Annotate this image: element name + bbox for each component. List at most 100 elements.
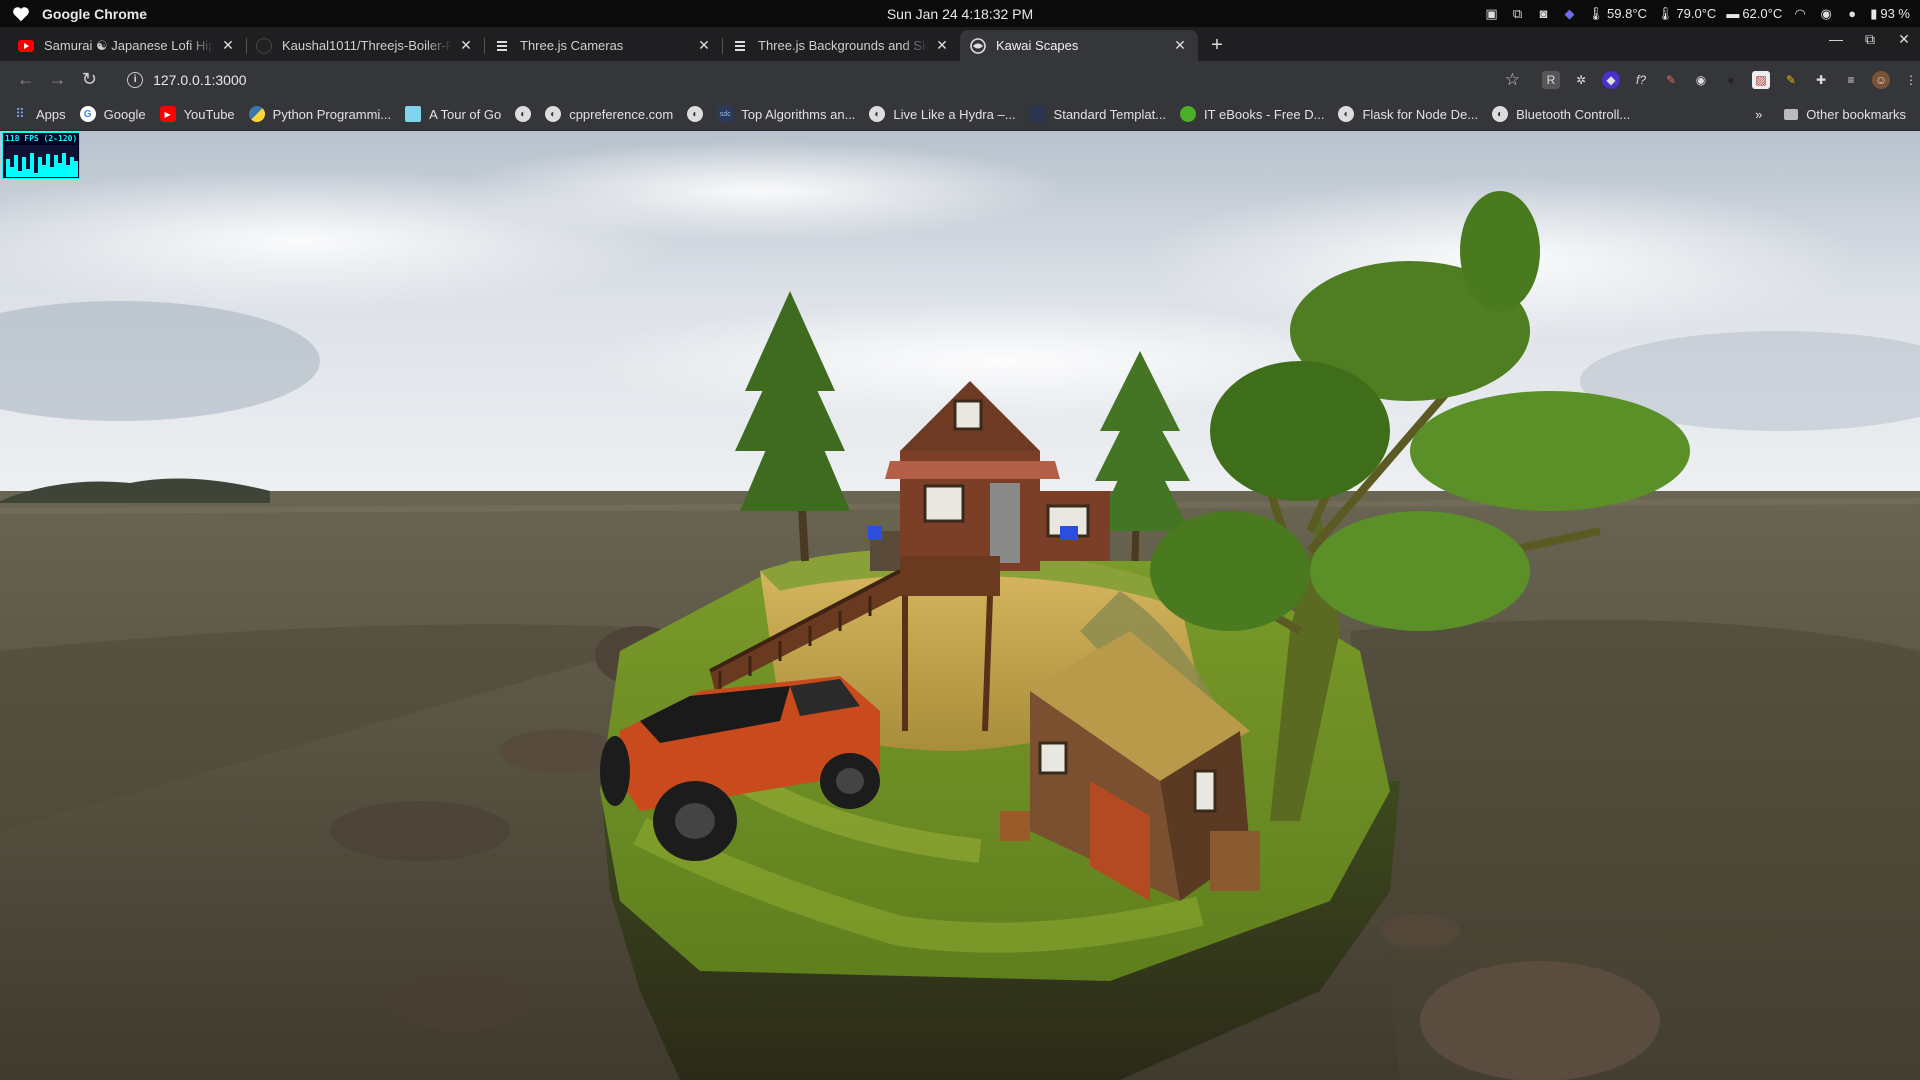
extension-reader-icon[interactable]: R	[1542, 70, 1560, 89]
tab-github[interactable]: Kaushal1011/Threejs-Boiler-Plate ✕	[246, 30, 484, 61]
bookmark-go[interactable]: A Tour of Go	[405, 106, 501, 122]
youtube-icon: ▶	[159, 106, 176, 122]
extensions-puzzle-icon[interactable]: ✚	[1812, 71, 1830, 89]
system-clock[interactable]: Sun Jan 24 4:18:32 PM	[887, 6, 1033, 22]
extension-purple-icon[interactable]: ◆	[1602, 70, 1620, 89]
back-button[interactable]: ←	[10, 66, 42, 94]
folder-icon	[1784, 108, 1799, 120]
extension-pen-icon[interactable]: ✎	[1662, 71, 1680, 89]
extension-record-icon[interactable]: ◉	[1692, 71, 1710, 89]
fps-label: 118 FPS (2-120)	[5, 134, 78, 143]
github-icon	[256, 37, 272, 54]
gamepad-icon[interactable]: ◙	[1536, 6, 1552, 21]
algorithms-icon: sdc	[717, 106, 734, 122]
bookmark-label: Apps	[36, 106, 66, 122]
bookmark-it-ebooks[interactable]: IT eBooks - Free D...	[1180, 106, 1324, 122]
system-tray: ▣ ⧉ ◙ ◆ 🌡︎ 59.8°C 🌡︎ 79.0°C ▬ 62.0°C ◠ ◉ ● …	[1484, 5, 1910, 22]
tab-title: Three.js Backgrounds and Skybox	[758, 38, 928, 53]
forward-button[interactable]: →	[42, 66, 74, 94]
fps-graph	[6, 145, 78, 177]
gpu-temp: 79.0°C	[1676, 6, 1717, 21]
drive-icon: ▬	[1726, 6, 1740, 21]
close-icon[interactable]: ✕	[220, 37, 236, 54]
fps-stats-panel[interactable]: 118 FPS (2-120)	[2, 132, 80, 179]
youtube-icon	[18, 38, 34, 54]
microphone-icon[interactable]: ●	[1844, 6, 1860, 21]
globe-icon: ◐	[515, 106, 532, 122]
extension-highlighter-icon[interactable]: ✎	[1782, 71, 1800, 89]
address-bar[interactable]: i 127.0.0.1:3000 ☆	[115, 64, 1532, 95]
teams-icon[interactable]: ◆	[1562, 6, 1578, 21]
extensions-area: R ✲ ◆ f? ✎ ◉ ● ▨ ✎ ✚ ≡ ☺ ⋮	[1542, 70, 1920, 89]
bookmark-flask[interactable]: ◐ Flask for Node De...	[1338, 106, 1478, 122]
bookmark-hydra[interactable]: ◐ Live Like a Hydra –...	[869, 106, 1016, 122]
bookmark-label: IT eBooks - Free D...	[1204, 106, 1325, 122]
python-icon	[248, 106, 265, 122]
bookmark-globe-1[interactable]: ◐	[515, 106, 532, 122]
scene-render	[0, 131, 1920, 1080]
bookmark-python[interactable]: Python Programmi...	[248, 106, 391, 122]
tab-lofi[interactable]: Samurai ☯ Japanese Lofi HipHop ✕	[8, 30, 246, 61]
bookmark-label: Standard Templat...	[1053, 106, 1167, 122]
profile-avatar[interactable]: ☺	[1872, 70, 1890, 89]
heart-icon	[13, 6, 29, 21]
info-icon[interactable]: i	[127, 71, 144, 88]
other-bookmarks-label: Other bookmarks	[1806, 106, 1906, 122]
rock	[330, 801, 510, 861]
bookmark-youtube[interactable]: ▶ YouTube	[159, 106, 235, 122]
globe-icon: ◐	[1492, 106, 1509, 122]
new-tab-button[interactable]: +	[1202, 30, 1232, 61]
extension-formula-icon[interactable]: f?	[1632, 71, 1650, 89]
screenshot-icon[interactable]: ▣	[1484, 6, 1500, 21]
bookmark-label: Flask for Node De...	[1362, 106, 1479, 122]
bookmark-label: Top Algorithms an...	[741, 106, 856, 122]
bookmark-bluetooth[interactable]: ◐ Bluetooth Controll...	[1492, 106, 1630, 122]
bookmark-apps[interactable]: ⠿ Apps	[12, 106, 66, 122]
rock	[390, 971, 530, 1031]
bookmark-label: cppreference.com	[569, 106, 674, 122]
other-bookmarks[interactable]: Other bookmarks	[1784, 107, 1906, 122]
restore-icon[interactable]: ⧉	[1862, 31, 1878, 48]
webgl-canvas[interactable]	[0, 131, 1920, 1080]
bookmark-stl[interactable]: Standard Templat...	[1029, 106, 1167, 122]
tab-title: Kaushal1011/Threejs-Boiler-Plate	[282, 38, 452, 53]
app-menu[interactable]: Google Chrome	[0, 6, 147, 22]
tab-kawai-scapes[interactable]: Kawai Scapes ✕	[960, 30, 1198, 61]
cpu-temp: 59.8°C	[1607, 6, 1647, 21]
extension-gear-icon[interactable]: ✲	[1572, 71, 1590, 89]
bookmark-algorithms[interactable]: sdc Top Algorithms an...	[717, 106, 855, 122]
window-controls: — ⧉ ✕	[1828, 31, 1912, 48]
bookmark-cppreference[interactable]: ◐ cppreference.com	[545, 106, 673, 122]
google-icon: G	[79, 106, 96, 122]
drive-temp: 62.0°C	[1742, 6, 1783, 21]
kebab-menu-icon[interactable]: ⋮	[1902, 71, 1920, 89]
reload-button[interactable]: ↻	[73, 66, 105, 94]
close-window-icon[interactable]: ✕	[1896, 31, 1912, 48]
minimize-icon[interactable]: —	[1828, 31, 1844, 48]
reload-icon: ↻	[81, 69, 97, 89]
display-icon[interactable]: ⧉	[1510, 6, 1526, 21]
document-icon	[494, 38, 510, 54]
url-text[interactable]: 127.0.0.1:3000	[153, 72, 1505, 88]
globe-icon: ◐	[869, 106, 886, 122]
close-icon[interactable]: ✕	[934, 37, 950, 54]
app-name: Google Chrome	[42, 5, 148, 22]
volume-icon[interactable]: ◉	[1818, 6, 1834, 21]
tab-cameras[interactable]: Three.js Cameras ✕	[484, 30, 722, 61]
wifi-icon[interactable]: ◠	[1792, 6, 1808, 21]
bookmarks-overflow-button[interactable]: »	[1755, 107, 1762, 122]
close-icon[interactable]: ✕	[696, 37, 712, 54]
system-top-bar: Google Chrome Sun Jan 24 4:18:32 PM ▣ ⧉ …	[0, 0, 1920, 27]
bookmark-globe-2[interactable]: ◐	[687, 106, 704, 122]
tab-title: Three.js Cameras	[520, 38, 624, 53]
close-icon[interactable]: ✕	[458, 37, 474, 54]
bookmark-google[interactable]: G Google	[79, 106, 146, 122]
thermometer-icon: 🌡︎	[1656, 5, 1674, 21]
extension-dark-icon[interactable]: ●	[1722, 71, 1740, 89]
bookmark-star-icon[interactable]: ☆	[1505, 70, 1520, 90]
tab-backgrounds[interactable]: Three.js Backgrounds and Skybox ✕	[722, 30, 960, 61]
extension-image-icon[interactable]: ▨	[1752, 70, 1770, 89]
bookmark-label: Live Like a Hydra –...	[893, 106, 1016, 122]
close-icon[interactable]: ✕	[1172, 37, 1188, 54]
media-queue-icon[interactable]: ≡	[1842, 71, 1860, 89]
